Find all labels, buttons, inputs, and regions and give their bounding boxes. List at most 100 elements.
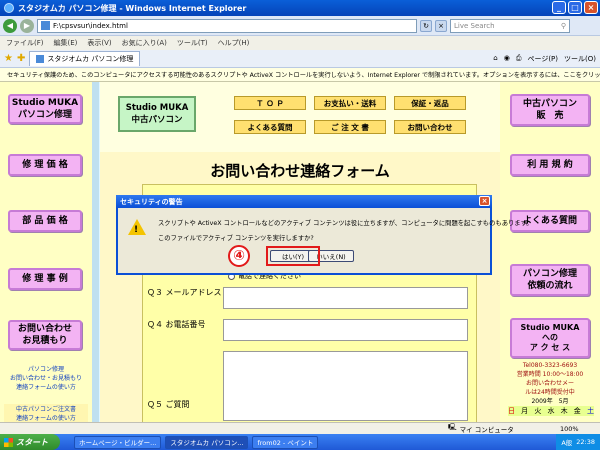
print-icon[interactable]: ⎙ (516, 54, 522, 64)
add-favorites-icon[interactable]: ✚ (17, 53, 25, 64)
page-icon (41, 21, 50, 30)
question-row-inquiry: Ｑ５ ご質問 (143, 351, 476, 421)
zone-indicator: 🖳 マイ コンピュータ (448, 423, 514, 434)
information-bar[interactable]: セキュリティ保護のため、このコンピュータにアクセスする可能性のあるスクリプトや … (0, 68, 600, 82)
nav-parts-price[interactable]: 部 品 価 格 (8, 210, 82, 232)
task-paint[interactable]: from02 - ペイント (252, 435, 319, 449)
page-scrollbar[interactable] (92, 82, 99, 422)
nav-repair-cases[interactable]: 修 理 事 例 (8, 268, 82, 290)
feeds-icon[interactable]: ◉ (504, 54, 510, 64)
warning-exclamation: ! (134, 225, 139, 235)
zone-label: マイ コンピュータ (459, 425, 514, 434)
taskbar: スタート ホームページ・ビルダー... スタジオムカ パソコン... from0… (0, 434, 600, 450)
calendar-day-sat: 土 (586, 407, 594, 415)
link-warranty-returns[interactable]: 保証・返品 (394, 96, 466, 110)
forward-button[interactable]: ▶ (20, 18, 34, 33)
calendar-day-sun: 日 (508, 407, 515, 415)
question-phone-label: Ｑ４ お電話番号 (147, 320, 206, 329)
nav-access[interactable]: Studio MUKA への ア ク セ ス (510, 318, 590, 358)
address-url: F:\cpsvsur\index.html (53, 21, 128, 30)
tab-bar: ★ ✚ スタジオムカ パソコン修理 ⌂ ◉ ⎙ ページ(P) ツール(O) (0, 50, 600, 68)
tab-page-icon (36, 55, 45, 63)
stop-icon[interactable]: × (435, 19, 447, 32)
question-row-email: Ｑ３ メールアドレス (143, 287, 476, 309)
address-bar[interactable]: F:\cpsvsur\index.html (37, 18, 417, 33)
maximize-button[interactable]: □ (568, 1, 582, 14)
right-sidebar: 中古パソコン 販 売 利 用 規 約 よくある質問 パソコン修理 依頼の流れ S… (500, 82, 600, 422)
ime-indicator[interactable]: A般 (561, 437, 572, 447)
task-homepage-builder[interactable]: ホームページ・ビルダー... (74, 435, 162, 449)
link-top[interactable]: Ｔ Ｏ Ｐ (234, 96, 306, 110)
menu-file[interactable]: ファイル(F) (6, 38, 44, 48)
dialog-titlebar: セキュリティの警告 × (116, 195, 492, 208)
page-menu[interactable]: ページ(P) (527, 54, 558, 64)
tools-menu[interactable]: ツール(O) (564, 54, 596, 64)
close-button[interactable]: × (584, 1, 598, 14)
nav-studio-muka-repair[interactable]: Studio MUKA パソコン修理 (8, 94, 82, 124)
task-homepage-builder-label: ホームページ・ビルダー... (79, 439, 157, 447)
dialog-question: このファイルでアクティブ コンテンツを実行しますか? (158, 235, 314, 242)
calendar-day-thu: 木 (560, 407, 568, 415)
address-toolbar: ◀ ▶ F:\cpsvsur\index.html ↻ × Live Searc… (0, 16, 600, 36)
start-button[interactable]: スタート (0, 434, 60, 450)
calendar-day-fri: 金 (573, 407, 581, 415)
nav-repair-price[interactable]: 修 理 価 格 (8, 154, 82, 176)
email-field[interactable] (223, 287, 468, 309)
link-faq[interactable]: よくある質問 (234, 120, 306, 134)
left-note2-link[interactable]: 中古パソコンご注文書 連絡フォームの使い方 (4, 404, 88, 422)
step-marker: ④ (228, 245, 250, 267)
menu-help[interactable]: ヘルプ(H) (218, 38, 250, 48)
window-titlebar: スタジオムカ パソコン修理 - Windows Internet Explore… (0, 0, 600, 16)
nav-terms[interactable]: 利 用 規 約 (510, 154, 590, 176)
link-contact[interactable]: お問い合わせ (394, 120, 466, 134)
contact-info: Tel080-3323-6693 営業時間 10:00〜18:00 お問い合わせ… (516, 362, 584, 396)
task-studio-muka-label: スタジオムカ パソコン... (170, 439, 244, 447)
home-icon[interactable]: ⌂ (493, 54, 497, 64)
windows-logo-icon (4, 437, 13, 447)
menu-view[interactable]: 表示(V) (87, 38, 111, 48)
system-tray: A般 22:38 (556, 434, 600, 450)
back-button[interactable]: ◀ (3, 18, 17, 33)
calendar-title: 2009年 5月 (531, 398, 569, 405)
question-row-phone: Ｑ４ お電話番号 (143, 319, 476, 341)
site-logo[interactable]: Studio MUKA 中古パソコン (118, 96, 196, 132)
status-bar: 🖳 マイ コンピュータ 100% (0, 422, 600, 434)
dialog-close-button[interactable]: × (479, 196, 490, 206)
refresh-icon[interactable]: ↻ (420, 19, 432, 32)
search-placeholder: Live Search (454, 21, 495, 30)
nav-repair-flow[interactable]: パソコン修理 依頼の流れ (510, 264, 590, 296)
page-header: Studio MUKA 中古パソコン Ｔ Ｏ Ｐ お支払い・送料 保証・返品 よ… (100, 82, 500, 152)
left-sidebar: Studio MUKA パソコン修理 修 理 価 格 部 品 価 格 修 理 事… (0, 82, 92, 422)
calendar-day-wed: 水 (547, 407, 555, 415)
inquiry-textarea[interactable] (223, 351, 468, 421)
dialog-message: スクリプトや ActiveX コントロールなどのアクティブ コンテンツは役に立ち… (158, 220, 533, 227)
link-payment-shipping[interactable]: お支払い・送料 (314, 96, 386, 110)
question-inquiry-label: Ｑ５ ご質問 (147, 400, 190, 409)
phone-field[interactable] (223, 319, 468, 341)
clock: 22:38 (576, 438, 595, 446)
zoom-level[interactable]: 100% (560, 425, 579, 433)
menu-tools[interactable]: ツール(T) (177, 38, 208, 48)
favorites-star-icon[interactable]: ★ (4, 53, 13, 64)
question-email-label: Ｑ３ メールアドレス (147, 288, 222, 297)
minimize-button[interactable]: _ (552, 1, 566, 14)
left-note-link[interactable]: パソコン修理 お問い合わせ・お見積もり 連絡フォームの使い方 (4, 364, 88, 391)
nav-used-pc-sales[interactable]: 中古パソコン 販 売 (510, 94, 590, 126)
start-label: スタート (16, 437, 48, 447)
nav-contact-estimate[interactable]: お問い合わせ お見積もり (8, 320, 82, 350)
calendar-day-mon: 月 (521, 407, 529, 415)
main-form-area: お問い合わせ連絡フォーム 電話で連絡ください Ｑ３ メールアドレス Ｑ４ お電話… (100, 152, 500, 422)
ie-icon (4, 3, 14, 13)
calendar-days: 日 月 火 水 木 金 土 (508, 406, 594, 416)
tab-current[interactable]: スタジオムカ パソコン修理 (29, 51, 141, 66)
link-order-form[interactable]: ご 注 文 書 (314, 120, 386, 134)
search-input[interactable]: Live Search ⚲ (450, 18, 570, 33)
search-icon[interactable]: ⚲ (561, 22, 566, 30)
menu-edit[interactable]: 編集(E) (54, 38, 78, 48)
computer-icon: 🖳 (448, 423, 457, 431)
calendar-day-tue: 火 (534, 407, 542, 415)
tab-label: スタジオムカ パソコン修理 (47, 55, 134, 63)
menu-favorites[interactable]: お気に入り(A) (122, 38, 167, 48)
task-studio-muka[interactable]: スタジオムカ パソコン... (165, 435, 249, 449)
yes-highlight-box (266, 246, 320, 266)
